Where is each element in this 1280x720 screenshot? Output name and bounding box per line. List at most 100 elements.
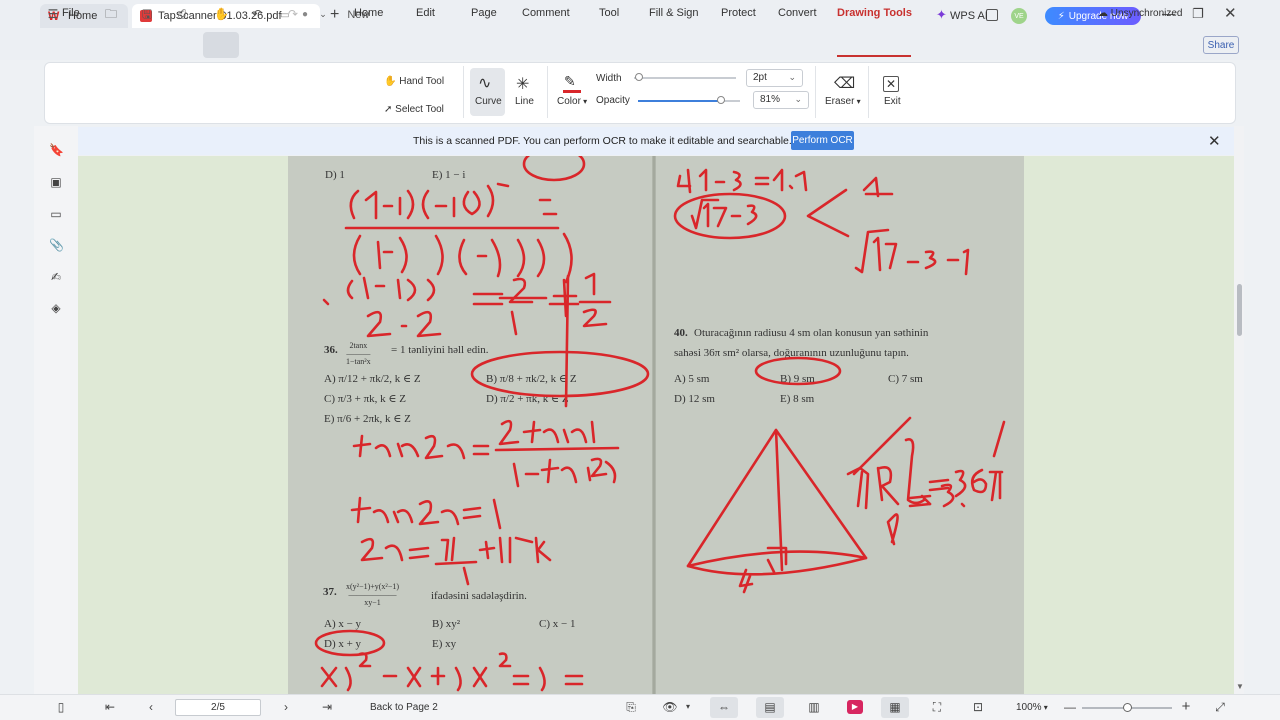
opacity-slider-fill (638, 100, 721, 102)
save-icon[interactable]: 🖫 (140, 7, 154, 21)
play-record-icon[interactable]: ▶ (847, 700, 863, 714)
zoom-out-icon[interactable]: — (1062, 699, 1078, 715)
line-icon[interactable]: ✳ (516, 74, 529, 94)
color-label: Color (557, 96, 581, 107)
share-button[interactable]: Share (1203, 36, 1239, 54)
sidebar-toggle-icon[interactable]: ▯ (53, 699, 69, 715)
hand-icon: ✋ (214, 7, 229, 21)
avatar[interactable]: VE (1011, 8, 1027, 24)
ribbon-divider (463, 66, 464, 118)
next-page-icon[interactable]: › (278, 699, 294, 715)
chevron-down-icon: ⌄ (788, 72, 796, 82)
bookmark-icon[interactable]: 🔖 (49, 143, 64, 157)
export-icon[interactable]: ⎘ (623, 699, 639, 715)
sync-status[interactable]: ☁ Unsynchronized (1098, 8, 1183, 19)
vertical-scrollbar[interactable] (1234, 126, 1244, 694)
color-dropdown[interactable]: Color ▾ (557, 96, 587, 107)
page-number-input[interactable]: 2/5 (175, 699, 261, 716)
undo-icon[interactable]: ↶ (250, 7, 264, 21)
previous-page-icon[interactable]: ‹ (143, 699, 159, 715)
ribbon-divider (815, 66, 816, 118)
active-tab-underline (837, 55, 911, 57)
menu-fill-sign[interactable]: Fill & Sign (649, 7, 699, 19)
menu-bar (0, 32, 1280, 60)
menu-tool[interactable]: Tool (599, 7, 619, 19)
comment-icon[interactable]: ▭ (49, 207, 63, 221)
unsaved-dot-icon[interactable]: ● (302, 9, 308, 20)
width-slider-track[interactable] (634, 77, 736, 79)
reading-mode-icon[interactable]: ▦ (887, 699, 903, 715)
close-icon[interactable]: ✕ (1208, 132, 1221, 150)
ribbon-divider (547, 66, 548, 118)
zoom-in-icon[interactable]: + (1178, 699, 1194, 715)
pen-color-swatch (563, 90, 581, 93)
sync-status-label: Unsynchronized (1110, 8, 1183, 19)
hand-quick-button[interactable] (203, 32, 239, 58)
single-page-icon[interactable]: ▤ (762, 699, 778, 715)
pen-color-icon[interactable]: ✎ (564, 73, 576, 90)
line-label[interactable]: Line (515, 96, 534, 107)
double-page-icon[interactable]: ▥ (806, 699, 822, 715)
menu-protect[interactable]: Protect (721, 7, 756, 19)
eraser-icon[interactable]: ⌫ (834, 74, 855, 92)
fullscreen-icon[interactable]: ⤢ (1212, 699, 1228, 715)
ink-annotations (314, 156, 1006, 692)
cursor-arrow-icon: ➚ (384, 104, 393, 115)
exit-icon[interactable]: ✕ (883, 76, 899, 92)
menu-drawing-tools[interactable]: Drawing Tools (837, 7, 912, 19)
hand-tool-label: Hand Tool (399, 76, 445, 87)
menu-wps-ai-label: WPS AI (949, 10, 988, 22)
exit-label[interactable]: Exit (884, 96, 901, 107)
curve-icon: ∿ (478, 75, 492, 92)
last-page-icon[interactable]: ⇥ (319, 699, 335, 715)
layers-icon[interactable]: ◈ (49, 301, 63, 315)
chevron-down-icon: ▾ (1041, 703, 1048, 712)
thumbnails-icon[interactable]: ▣ (49, 175, 63, 189)
select-tool-label: Select Tool (395, 104, 444, 115)
document-page[interactable]: D) 1 E) 1 − i 36. 2tanx ――― 1−tan²x = 1 tə… (288, 156, 1024, 694)
hamburger-icon[interactable]: ☰ (46, 7, 60, 21)
opacity-label: Opacity (596, 95, 630, 106)
maximize-icon[interactable]: ❐ (1192, 6, 1204, 22)
close-window-icon[interactable]: ✕ (1224, 4, 1237, 22)
chevron-down-icon: ▾ (580, 97, 588, 106)
open-folder-icon[interactable]: 🗀 (104, 7, 118, 21)
menu-wps-ai[interactable]: ✦ WPS AI (936, 7, 988, 23)
select-tool-button[interactable]: ➚ Select Tool (384, 104, 444, 115)
menu-edit[interactable]: Edit (416, 7, 435, 19)
chevron-down-icon[interactable]: ▾ (680, 699, 696, 715)
zoom-slider-knob[interactable] (1123, 703, 1132, 712)
fit-width-icon[interactable]: ⇔ (716, 699, 732, 715)
scroll-down-icon[interactable]: ▼ (1236, 682, 1244, 691)
print-icon[interactable]: ⎙ (176, 7, 190, 21)
width-dropdown[interactable]: 2pt ⌄ (746, 69, 803, 87)
chevron-down-icon[interactable]: ⌄ (316, 7, 330, 21)
opacity-dropdown[interactable]: 81% ⌄ (753, 91, 809, 109)
sign-icon[interactable]: ✍ (49, 270, 63, 284)
fit-screen-icon[interactable]: ⛶ (929, 699, 945, 715)
attachment-icon[interactable]: 📎 (49, 238, 64, 252)
menu-comment[interactable]: Comment (522, 7, 570, 19)
eye-icon[interactable]: 👁 (662, 699, 678, 715)
eraser-dropdown[interactable]: Eraser ▾ (825, 96, 861, 107)
opacity-slider-knob[interactable] (716, 96, 725, 104)
zoom-value: 100% (1016, 702, 1042, 713)
first-page-icon[interactable]: ⇤ (102, 699, 118, 715)
width-label: Width (596, 73, 622, 84)
crop-icon[interactable]: ⊡ (970, 699, 986, 715)
menu-home[interactable]: Home (354, 7, 383, 19)
file-menu[interactable]: File (62, 7, 80, 19)
cloud-icon: ☁ (1098, 8, 1108, 19)
zoom-level-dropdown[interactable]: 100% ▾ (1016, 702, 1048, 713)
redo-icon[interactable]: ↷ (286, 7, 300, 21)
hand-tool-button[interactable]: ✋ Hand Tool (384, 76, 444, 87)
chevron-down-icon: ⌄ (794, 94, 802, 104)
ocr-message: This is a scanned PDF. You can perform O… (413, 135, 792, 147)
back-to-page-link[interactable]: Back to Page 2 (370, 702, 438, 713)
perform-ocr-button[interactable]: Perform OCR (791, 131, 854, 150)
chevron-down-icon: ▾ (854, 97, 861, 106)
menu-page[interactable]: Page (471, 7, 497, 19)
plus-icon: + (330, 6, 340, 23)
menu-convert[interactable]: Convert (778, 7, 817, 19)
scrollbar-thumb[interactable] (1237, 284, 1242, 336)
